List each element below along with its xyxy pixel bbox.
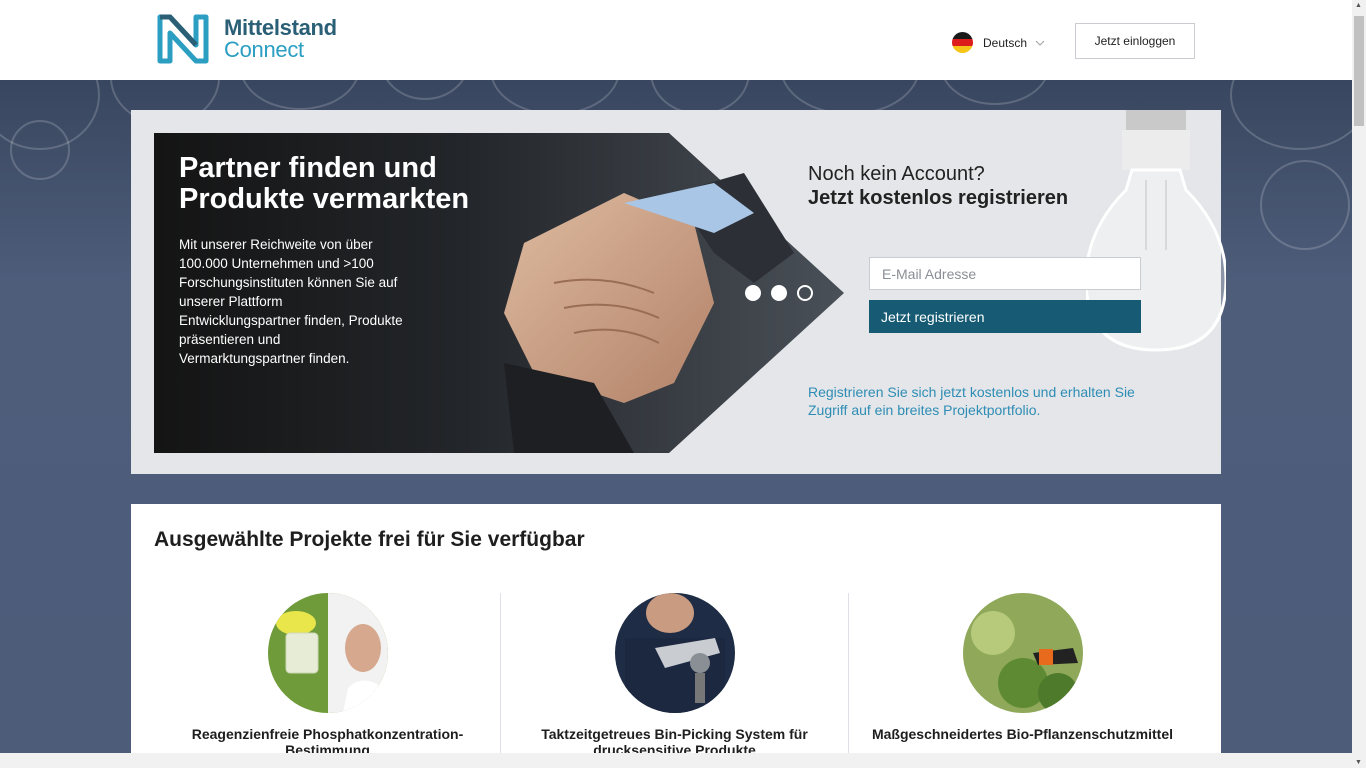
hero-title: Partner finden und Produkte vermarkten [179, 152, 470, 215]
register-button[interactable]: Jetzt registrieren [869, 300, 1141, 333]
hero-banner: Partner finden und Produkte vermarkten M… [154, 133, 844, 453]
site-header: Mittelstand Connect Deutsch Jetzt einlog… [0, 0, 1352, 80]
register-note: Registrieren Sie sich jetzt kostenlos un… [808, 384, 1135, 418]
login-button[interactable]: Jetzt einloggen [1075, 23, 1195, 59]
register-question: Noch kein Account? [808, 163, 985, 185]
scroll-thumb[interactable] [1354, 16, 1364, 126]
project-image-3 [962, 593, 1083, 713]
project-card-1[interactable]: Reagenzienfreie Phosphatkonzentration-Be… [154, 592, 501, 762]
project-image-2 [614, 593, 735, 713]
project-title-3: Maßgeschneidertes Bio-Pflanzenschutzmitt… [871, 726, 1174, 742]
project-image-1 [267, 593, 388, 713]
logo[interactable]: Mittelstand Connect [156, 13, 337, 65]
logo-mark-icon [157, 14, 209, 64]
hero-card: Partner finden und Produkte vermarkten M… [131, 110, 1226, 474]
project-card-2[interactable]: Taktzeitgetreues Bin-Picking System für … [501, 592, 848, 762]
logo-title: Mittelstand [224, 15, 337, 40]
chevron-down-icon [1035, 40, 1045, 46]
projects-section: Ausgewählte Projekte frei für Sie verfüg… [131, 504, 1221, 764]
vertical-scrollbar[interactable]: ▲ ▼ [1352, 0, 1366, 768]
project-card-3[interactable]: Maßgeschneidertes Bio-Pflanzenschutzmitt… [849, 592, 1196, 762]
email-input[interactable] [869, 257, 1141, 290]
slider-dot-3[interactable] [797, 285, 813, 301]
logo-subtitle: Connect [224, 37, 304, 62]
register-headline: Jetzt kostenlos registrieren [808, 187, 1069, 209]
horizontal-scrollbar[interactable] [0, 753, 1352, 768]
language-selector[interactable]: Deutsch [952, 32, 1045, 53]
germany-flag-icon [952, 32, 973, 53]
scroll-down-icon[interactable]: ▼ [1355, 759, 1362, 766]
slider-dot-2[interactable] [771, 285, 787, 301]
slider-dots [745, 285, 813, 301]
slider-dot-1[interactable] [745, 285, 761, 301]
scroll-up-icon[interactable]: ▲ [1355, 2, 1362, 9]
projects-heading: Ausgewählte Projekte frei für Sie verfüg… [154, 528, 585, 551]
language-label: Deutsch [983, 35, 1028, 50]
hero-text: Mit unserer Reichweite von über 100.000 … [179, 237, 403, 366]
